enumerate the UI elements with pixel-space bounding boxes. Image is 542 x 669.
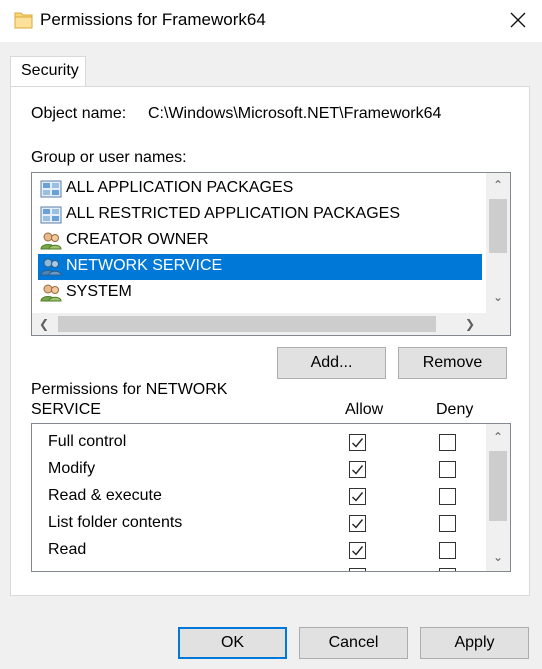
list-item-label: ALL RESTRICTED APPLICATION PACKAGES xyxy=(66,205,401,222)
packages-icon xyxy=(40,180,62,198)
group-list-vertical-scrollbar[interactable]: ⌃ ⌄ xyxy=(486,173,510,313)
ok-button[interactable]: OK xyxy=(178,627,287,659)
list-item[interactable]: ALL APPLICATION PACKAGES xyxy=(38,176,482,202)
permission-row: Full control xyxy=(48,430,488,457)
deny-checkbox[interactable] xyxy=(439,488,456,505)
users-icon xyxy=(40,284,62,302)
deny-header: Deny xyxy=(436,401,474,418)
scroll-down-icon[interactable]: ⌄ xyxy=(488,547,508,567)
deny-checkbox[interactable] xyxy=(439,515,456,532)
list-item-selected[interactable]: NETWORK SERVICE xyxy=(38,254,482,280)
list-item-label: NETWORK SERVICE xyxy=(66,257,223,274)
list-item[interactable]: SYSTEM xyxy=(38,280,482,306)
add-button[interactable]: Add... xyxy=(277,347,386,379)
deny-checkbox[interactable] xyxy=(439,542,456,559)
scroll-up-icon[interactable]: ⌃ xyxy=(488,427,508,447)
users-icon xyxy=(40,258,62,276)
permissions-list: Full control Modify Read & execute List … xyxy=(31,423,511,572)
group-list[interactable]: ALL APPLICATION PACKAGES ALL RESTRICTED … xyxy=(31,172,511,336)
list-item[interactable]: ALL RESTRICTED APPLICATION PACKAGES xyxy=(38,202,482,228)
permission-label: Full control xyxy=(48,433,127,450)
apply-button[interactable]: Apply xyxy=(420,627,529,659)
allow-checkbox[interactable] xyxy=(349,515,366,532)
deny-checkbox[interactable] xyxy=(439,434,456,451)
permission-row: List folder contents xyxy=(48,511,488,538)
deny-checkbox[interactable] xyxy=(439,461,456,478)
permissions-vertical-scrollbar[interactable]: ⌃ ⌄ xyxy=(486,424,510,571)
scroll-thumb[interactable] xyxy=(489,451,507,521)
users-icon xyxy=(40,232,62,250)
allow-checkbox[interactable] xyxy=(349,461,366,478)
title-bar: Permissions for Framework64 xyxy=(0,0,542,42)
scroll-up-icon[interactable]: ⌃ xyxy=(488,175,508,195)
list-item-label: CREATOR OWNER xyxy=(66,231,209,248)
window-title: Permissions for Framework64 xyxy=(40,10,266,29)
permission-label: List folder contents xyxy=(48,514,183,531)
object-name-value: C:\Windows\Microsoft.NET\Framework64 xyxy=(148,105,442,122)
allow-header: Allow xyxy=(345,401,384,418)
allow-checkbox[interactable] xyxy=(349,434,366,451)
permission-row: Read & execute xyxy=(48,484,488,511)
list-item[interactable]: CREATOR OWNER xyxy=(38,228,482,254)
tab-security[interactable]: Security xyxy=(10,56,86,86)
group-list-horizontal-scrollbar[interactable]: ❮ ❯ xyxy=(32,313,510,335)
permission-label: Read xyxy=(48,541,87,558)
scroll-thumb[interactable] xyxy=(489,199,507,253)
permissions-title: Permissions for NETWORK SERVICE xyxy=(31,381,228,418)
remove-button[interactable]: Remove xyxy=(398,347,507,379)
list-item-label: SYSTEM xyxy=(66,283,132,300)
list-item-label: ALL APPLICATION PACKAGES xyxy=(66,179,294,196)
packages-icon xyxy=(40,206,62,224)
scroll-right-icon[interactable]: ❯ xyxy=(460,314,480,334)
scroll-left-icon[interactable]: ❮ xyxy=(34,314,54,334)
group-names-label: Group or user names: xyxy=(31,149,187,166)
allow-checkbox[interactable] xyxy=(349,568,366,571)
scroll-down-icon[interactable]: ⌄ xyxy=(488,287,508,307)
folder-icon xyxy=(14,12,33,29)
permission-row: Modify xyxy=(48,457,488,484)
object-name-label: Object name: xyxy=(31,105,127,122)
tab-security-label: Security xyxy=(21,62,79,79)
permission-row: Read xyxy=(48,538,488,565)
deny-checkbox[interactable] xyxy=(439,568,456,571)
allow-checkbox[interactable] xyxy=(349,542,366,559)
close-icon[interactable] xyxy=(504,6,532,34)
permission-label: Modify xyxy=(48,460,96,477)
scroll-thumb[interactable] xyxy=(58,316,436,332)
cancel-button[interactable]: Cancel xyxy=(299,627,408,659)
allow-checkbox[interactable] xyxy=(349,488,366,505)
permission-label: Read & execute xyxy=(48,487,162,504)
